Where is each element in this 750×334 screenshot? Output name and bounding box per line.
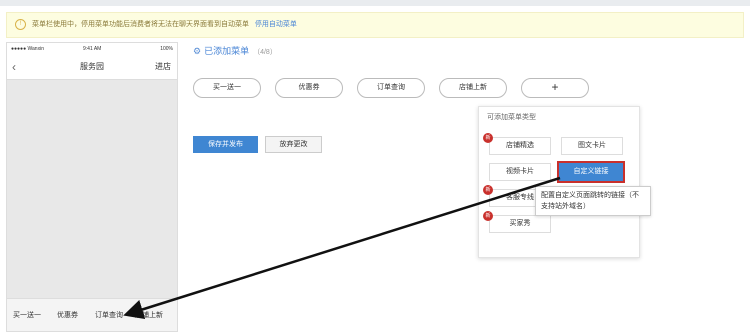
- annotation-arrow-icon: [123, 176, 561, 320]
